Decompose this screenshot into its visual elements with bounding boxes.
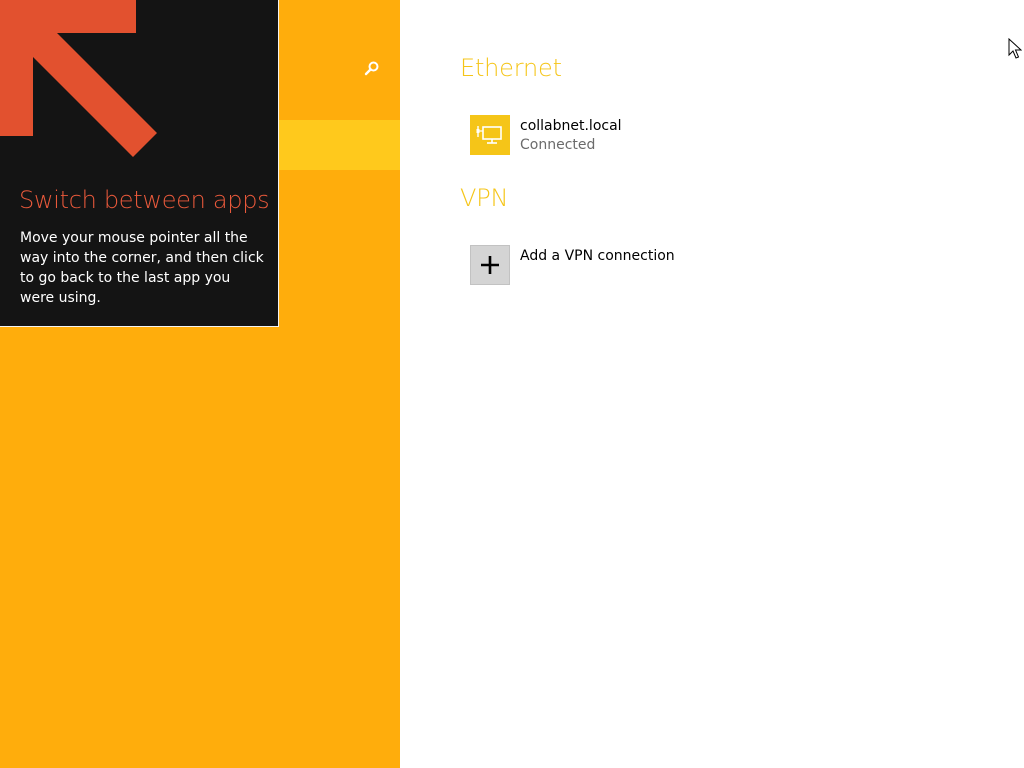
arrow-up-left-icon [0,0,160,164]
tip-body: Move your mouse pointer all the way into… [20,230,264,306]
tip-title: Switch between apps [19,186,270,214]
ethernet-heading: Ethernet [460,54,562,82]
ethernet-connection[interactable]: collabnet.local Connected [470,115,622,155]
search-icon [363,59,381,81]
connection-name: collabnet.local [520,118,622,134]
connection-status: Connected [520,137,596,153]
ethernet-icon [470,115,510,155]
add-vpn-label: Add a VPN connection [520,248,675,264]
add-vpn-button[interactable]: Add a VPN connection [470,245,675,285]
search-button[interactable] [360,58,384,82]
mouse-cursor-icon [1008,37,1023,64]
vpn-heading: VPN [460,184,509,212]
plus-icon [470,245,510,285]
content-pane: Ethernet collabnet.local Connected VPN A… [400,0,1024,768]
pc-settings-network: Switch between apps Move your mouse poin… [0,0,1024,768]
tip-overlay: Switch between apps Move your mouse poin… [0,0,279,327]
